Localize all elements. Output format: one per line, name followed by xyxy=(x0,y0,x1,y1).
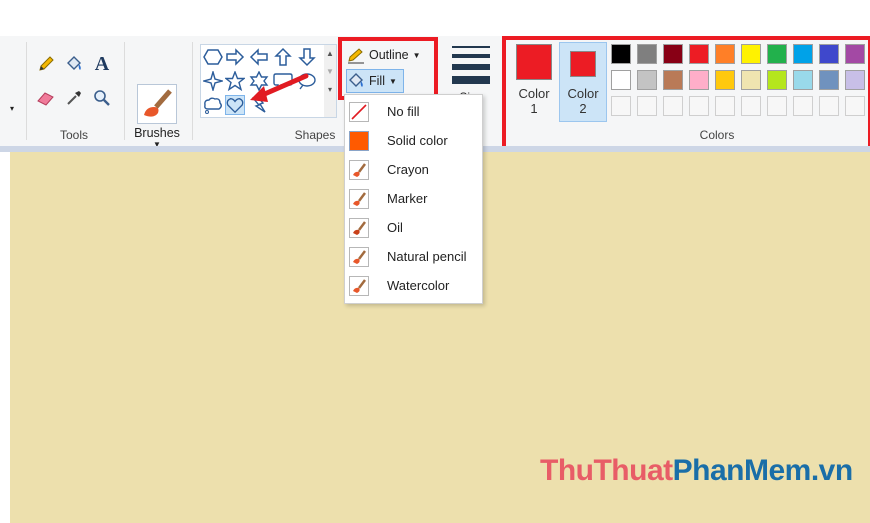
marker-icon xyxy=(349,188,369,209)
menu-item-marker[interactable]: Marker xyxy=(345,184,482,213)
watermark-part1: ThuThuat xyxy=(540,454,673,487)
menu-item-no-fill[interactable]: No fill xyxy=(345,97,482,126)
watermark-part2: PhanMem xyxy=(672,454,812,487)
watermark-part3: .vn xyxy=(810,454,853,487)
up-arrow-shape-icon[interactable] xyxy=(273,47,293,67)
shapes-gallery-scrollbar[interactable]: ▲ ▼ ▾ xyxy=(324,44,337,118)
color-picker-icon[interactable] xyxy=(64,88,84,108)
shapes-group-label: Shapes xyxy=(294,128,336,142)
down-arrow-shape-icon[interactable] xyxy=(297,47,317,67)
eraser-icon[interactable] xyxy=(36,88,56,108)
title-strip xyxy=(0,0,870,37)
magnifier-icon[interactable] xyxy=(92,88,112,108)
menu-item-crayon[interactable]: Crayon xyxy=(345,155,482,184)
heart-shape-selected[interactable] xyxy=(225,95,245,115)
size-line-thin xyxy=(452,46,490,48)
no-fill-icon xyxy=(349,101,369,122)
scroll-up-icon[interactable]: ▲ xyxy=(324,45,336,63)
menu-item-watercolor[interactable]: Watercolor xyxy=(345,271,482,300)
pencil-icon[interactable] xyxy=(36,54,56,74)
size-line-thickest xyxy=(452,76,490,84)
right-arrow-shape-icon[interactable] xyxy=(225,47,245,67)
natural-pencil-icon xyxy=(349,246,369,267)
highlight-outline-fill xyxy=(338,37,438,100)
annotation-arrow xyxy=(250,73,309,102)
menu-item-label: Solid color xyxy=(387,133,448,148)
fill-bucket-icon[interactable] xyxy=(64,54,84,74)
menu-item-natural-pencil[interactable]: Natural pencil xyxy=(345,242,482,271)
watercolor-icon xyxy=(349,275,369,296)
solid-color-icon xyxy=(349,130,369,151)
highlight-colors xyxy=(502,36,870,150)
menu-item-label: No fill xyxy=(387,104,420,119)
menu-item-label: Crayon xyxy=(387,162,429,177)
brushes-button[interactable]: Brushes ▼ xyxy=(130,78,184,156)
watermark: ThuThuatPhanMem.vn xyxy=(540,454,853,488)
brushes-label: Brushes xyxy=(134,126,180,140)
size-line-medium xyxy=(452,54,490,58)
clipboard-dropdown-arrow-icon[interactable]: ▾ xyxy=(10,104,16,113)
oil-icon xyxy=(349,217,369,238)
crayon-icon xyxy=(349,159,369,180)
text-tool-icon[interactable]: A xyxy=(92,53,112,75)
heart-shape-icon xyxy=(226,98,244,114)
separator xyxy=(124,42,125,140)
menu-item-label: Natural pencil xyxy=(387,249,467,264)
menu-item-label: Marker xyxy=(387,191,428,206)
left-arrow-shape-icon[interactable] xyxy=(249,47,269,67)
tools-group-label: Tools xyxy=(59,128,88,142)
menu-item-solid-color[interactable]: Solid color xyxy=(345,126,482,155)
hexagon-shape-icon[interactable] xyxy=(203,47,223,67)
cloud-callout-shape-icon[interactable] xyxy=(203,95,223,115)
menu-item-oil[interactable]: Oil xyxy=(345,213,482,242)
separator xyxy=(192,42,193,140)
separator xyxy=(26,42,27,140)
menu-item-label: Watercolor xyxy=(387,278,450,293)
four-point-star-shape-icon[interactable] xyxy=(203,71,223,91)
size-line-thick xyxy=(452,64,490,70)
fill-dropdown-menu: No fill Solid color Crayon Marker Oil Na… xyxy=(344,94,483,304)
brush-icon xyxy=(137,84,177,124)
gallery-expand-icon[interactable]: ▾ xyxy=(324,81,336,99)
menu-item-label: Oil xyxy=(387,220,403,235)
five-point-star-shape-icon[interactable] xyxy=(225,71,245,91)
scroll-down-icon[interactable]: ▼ xyxy=(324,63,336,81)
